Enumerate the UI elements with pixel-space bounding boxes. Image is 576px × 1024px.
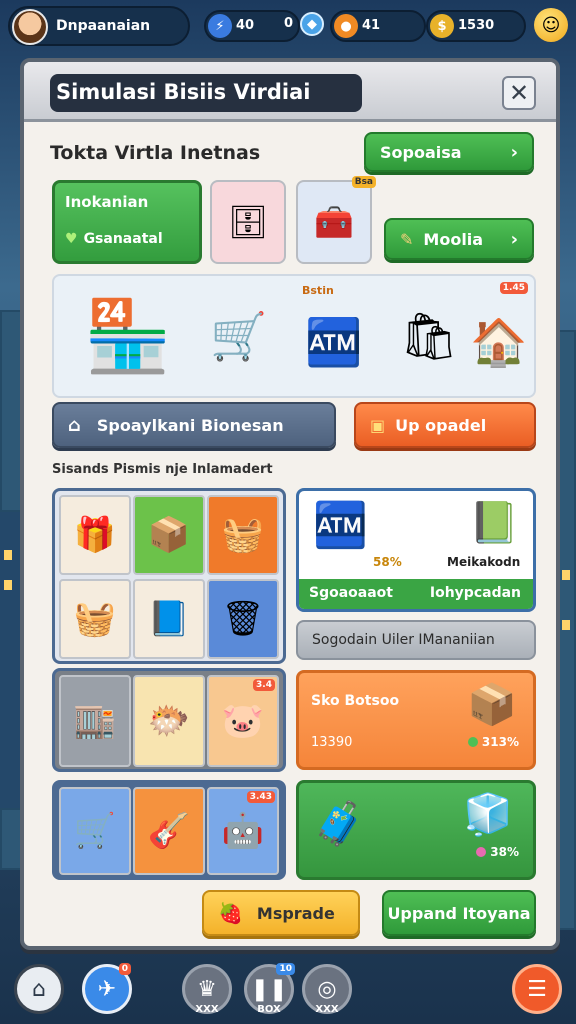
nav-settings-label: XXX bbox=[315, 1004, 339, 1015]
shopping-cart-icon[interactable]: 🛒 bbox=[204, 296, 274, 376]
grid-item-bin[interactable]: 🗑 bbox=[207, 579, 279, 659]
player-name: Dnpaanaian bbox=[56, 18, 151, 34]
machine-pct: 58% bbox=[373, 555, 402, 569]
nav-compass[interactable]: ✈ 0 bbox=[82, 963, 132, 1014]
shop-showcase: 🏪 🛒 Bstin 🏧 🛍 1.45 🏠 bbox=[52, 274, 536, 398]
bstin-tag: Bstin bbox=[302, 284, 334, 297]
compass-icon: ✈ bbox=[97, 976, 117, 1002]
register-icon: 🗄 bbox=[227, 203, 269, 241]
atm-icon: 🏧 bbox=[313, 500, 368, 551]
score-panel[interactable]: Sko Botsoo 13390 📦 313% bbox=[296, 670, 536, 770]
machine-panel-strip: Sgoaoaaot Iohypcadan bbox=[299, 579, 533, 609]
close-icon: ✕ bbox=[508, 79, 530, 107]
close-button[interactable]: ✕ bbox=[502, 76, 536, 110]
pink-dot-icon bbox=[476, 847, 487, 857]
item-grid-top: 🎁 📦 🧺 🧺 📘 🗑 bbox=[52, 488, 286, 664]
grid-item-book[interactable]: 📘 bbox=[133, 579, 205, 659]
nav-menu[interactable]: ☰ bbox=[512, 964, 562, 1014]
special-offer-button[interactable]: Sogodain Uiler IMananiian bbox=[296, 620, 536, 660]
resource-gem[interactable]: ◆ 0 bbox=[280, 10, 330, 42]
grid-item-basket[interactable]: 🧺 bbox=[59, 579, 131, 659]
msprade-button[interactable]: 🍓 Msprade bbox=[202, 890, 360, 936]
fridge-icon: 🧊 bbox=[463, 792, 513, 838]
grid-item-gift[interactable]: 🎁 bbox=[59, 495, 131, 575]
business-sim-modal: Simulasi Bisiis Virdiai ✕ Tokta Virtla I… bbox=[20, 58, 560, 950]
item-grid-bottom: 🛒 🎸 🤖 3.43 bbox=[52, 780, 286, 880]
modal-title: Simulasi Bisiis Virdiai bbox=[50, 74, 362, 112]
resource-coin[interactable]: ● 41 bbox=[330, 10, 426, 42]
tool-icon: ✎ bbox=[400, 229, 414, 249]
compass-badge: 0 bbox=[118, 963, 131, 975]
atm-icon[interactable]: 🏧 bbox=[294, 302, 374, 382]
top-action-button[interactable]: Sopoaisa › bbox=[364, 132, 534, 172]
player-profile[interactable]: Dnpaanaian bbox=[8, 6, 190, 46]
machine-panel[interactable]: 🏧 58% 📗 Meikakodn Sgoaoaaot Iohypcadan bbox=[296, 488, 536, 612]
grid-item-box[interactable]: 📦 bbox=[133, 495, 205, 575]
gem-icon: ◆ bbox=[300, 12, 324, 36]
machine-right-label: Meikakodn bbox=[447, 555, 521, 569]
score-pct: 313% bbox=[467, 735, 519, 749]
chevron-right-icon: › bbox=[510, 141, 518, 163]
grid-item-cart[interactable]: 🛒 bbox=[59, 787, 131, 875]
top-status-bar: Dnpaanaian ⚡ 40 ◆ 0 ● 41 $ 1530 ☺ bbox=[8, 6, 568, 46]
green-dot-icon bbox=[467, 737, 478, 747]
grid-badge-b: 3.43 bbox=[246, 791, 275, 803]
package-icon: 📦 bbox=[467, 682, 517, 728]
upgrade-button[interactable]: ▣ Up opadel bbox=[354, 402, 536, 448]
spoaylkani-button[interactable]: ⌂ Spoaylkani Bionesan bbox=[52, 402, 336, 448]
heart-icon: ♥ bbox=[65, 231, 78, 247]
robot-icon: 🤖 bbox=[221, 811, 265, 851]
grid-item-creature[interactable]: 🐡 bbox=[133, 675, 205, 767]
bottom-navigation: ⌂ ✈ 0 ♛ XXX ❚❚ 10 BOX ◎ XXX ☰ bbox=[0, 952, 576, 1024]
pet-icon: 🐷 bbox=[221, 701, 265, 741]
home-icon: ⌂ bbox=[32, 976, 46, 1002]
grid-item-pet[interactable]: 🐷 3.4 bbox=[207, 675, 279, 767]
resource-money[interactable]: $ 1530 bbox=[426, 10, 526, 42]
lightning-icon: ⚡ bbox=[208, 14, 232, 38]
cash-register-tile[interactable]: 🗄 bbox=[210, 180, 286, 264]
growth-pct: 38% bbox=[476, 845, 519, 859]
inventory-card[interactable]: Inokanian ♥ Gsanaatal bbox=[52, 180, 202, 264]
price-badge: 1.45 bbox=[499, 282, 528, 294]
coin-badge: Bsa bbox=[351, 176, 376, 188]
nav-trophy-label: XXX bbox=[195, 1004, 219, 1015]
pause-icon: ❚❚ bbox=[250, 976, 288, 1002]
chevron-right-icon: › bbox=[510, 228, 518, 250]
section-label: Sisands Pismis nje Inlamadert bbox=[52, 462, 273, 477]
storage-icon: 🧰 bbox=[314, 203, 354, 241]
nav-home[interactable]: ⌂ bbox=[14, 964, 64, 1014]
nav-pause-label: BOX bbox=[257, 1004, 281, 1015]
store-icon: ⌂ bbox=[68, 414, 81, 436]
grid-item-robot[interactable]: 🤖 3.43 bbox=[207, 787, 279, 875]
food-stall-icon[interactable]: 🛍 bbox=[384, 286, 474, 386]
storefront-icon[interactable]: 🏪 bbox=[58, 276, 198, 396]
item-grid-mid: 🏬 🐡 🐷 3.4 bbox=[52, 668, 286, 772]
score-value: 13390 bbox=[311, 735, 353, 750]
box-icon: ▣ bbox=[370, 415, 386, 435]
modal-header: Simulasi Bisiis Virdiai ✕ bbox=[24, 62, 556, 122]
trophy-icon: ♛ bbox=[197, 976, 217, 1002]
house-icon[interactable]: 🏠 bbox=[464, 302, 534, 382]
moolia-button[interactable]: ✎ Moolia › bbox=[384, 218, 534, 260]
green-crate-icon: 📗 bbox=[469, 500, 519, 546]
avatar[interactable] bbox=[12, 9, 48, 45]
smiley-icon[interactable]: ☺ bbox=[534, 8, 568, 42]
treasure-box-icon: 🧳 bbox=[313, 799, 366, 848]
grid-badge-a: 3.4 bbox=[253, 679, 275, 691]
coin-icon: ● bbox=[334, 14, 358, 38]
grid-item-shop[interactable]: 🏬 bbox=[59, 675, 131, 767]
score-panel-title: Sko Botsoo bbox=[311, 693, 400, 709]
strawberry-icon: 🍓 bbox=[218, 901, 243, 925]
page-subtitle: Tokta Virtla Inetnas bbox=[50, 142, 261, 164]
pause-badge: 10 bbox=[276, 963, 295, 975]
grid-item-instrument[interactable]: 🎸 bbox=[133, 787, 205, 875]
growth-panel[interactable]: 🧳 🧊 38% bbox=[296, 780, 536, 880]
storage-tile[interactable]: 🧰 Bsa bbox=[296, 176, 376, 264]
uppand-button[interactable]: Uppand Itoyana bbox=[382, 890, 536, 936]
settings-icon: ◎ bbox=[317, 976, 337, 1002]
grid-item-crate[interactable]: 🧺 bbox=[207, 495, 279, 575]
money-icon: $ bbox=[430, 14, 454, 38]
menu-icon: ☰ bbox=[527, 976, 547, 1002]
